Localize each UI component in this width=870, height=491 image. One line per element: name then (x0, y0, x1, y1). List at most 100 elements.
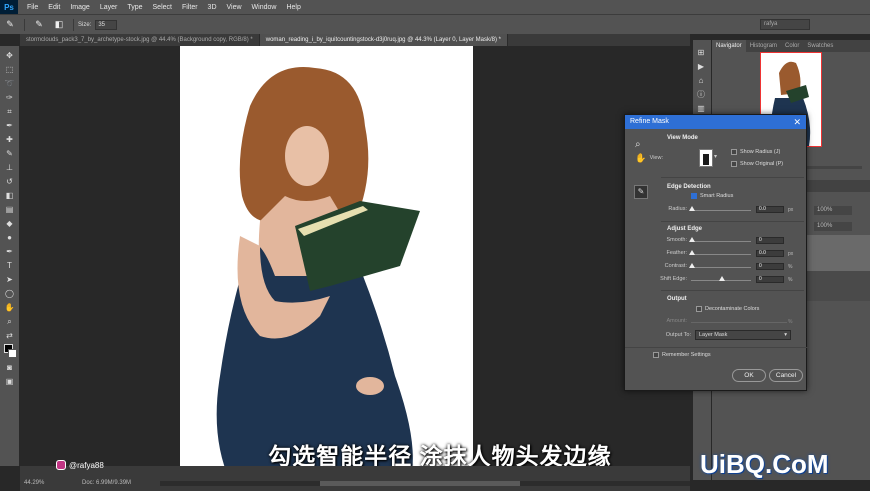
info-icon[interactable]: ⓘ (693, 88, 709, 102)
play-icon[interactable]: ▶ (693, 60, 709, 74)
show-radius-checkbox[interactable] (731, 149, 737, 155)
remember-settings-label: Remember Settings (662, 352, 711, 358)
contrast-value[interactable]: 0 (756, 263, 784, 270)
dodge-icon[interactable]: ● (2, 231, 18, 245)
feather-slider-knob[interactable] (689, 250, 695, 255)
doc-tab-woman-reading[interactable]: woman_reading_i_by_iquitcountingstock-d3… (259, 34, 508, 46)
eyedropper-icon[interactable]: ✒ (2, 119, 18, 133)
hand-icon[interactable]: ✋ (2, 301, 18, 315)
radius-slider-knob[interactable] (689, 206, 695, 211)
cancel-button[interactable]: Cancel (769, 369, 803, 382)
zoom-tool-icon[interactable]: ⌕ (635, 139, 641, 150)
adjust-edge-heading: Adjust Edge (667, 226, 703, 232)
feather-value[interactable]: 0.0 (756, 250, 784, 257)
menu-type[interactable]: Type (122, 4, 147, 11)
path-select-icon[interactable]: ➤ (2, 273, 18, 287)
tab-histogram[interactable]: Histogram (746, 40, 781, 52)
menu-layer[interactable]: Layer (95, 4, 123, 11)
contrast-slider[interactable] (691, 267, 751, 268)
zoom-icon[interactable]: ⌕ (2, 315, 18, 329)
remember-settings-checkbox[interactable] (653, 352, 659, 358)
blur-icon[interactable]: ◆ (2, 217, 18, 231)
divider (661, 221, 804, 222)
healing-icon[interactable]: ✚ (2, 133, 18, 147)
radius-label: Radius: (668, 206, 687, 212)
lasso-icon[interactable]: ➰ (2, 77, 18, 91)
ok-button[interactable]: OK (732, 369, 766, 382)
decontaminate-checkbox[interactable] (696, 306, 702, 312)
menu-filter[interactable]: Filter (177, 4, 203, 11)
show-original-checkbox[interactable] (731, 161, 737, 167)
screen-mode-icon[interactable]: ▣ (2, 375, 18, 389)
gradient-icon[interactable]: ▤ (2, 203, 18, 217)
smart-radius-checkbox[interactable] (691, 193, 697, 199)
close-icon[interactable]: ✕ (793, 115, 801, 129)
pen-icon[interactable]: ✒ (2, 245, 18, 259)
chevron-down-icon[interactable]: ▾ (714, 153, 717, 160)
output-to-label: Output To: (665, 332, 691, 338)
contrast-unit: % (788, 264, 793, 270)
brush-icon[interactable]: ✎ (32, 19, 46, 31)
quick-select-icon[interactable]: ✑ (2, 91, 18, 105)
eraser-icon[interactable]: ◧ (52, 19, 66, 31)
output-to-value: Layer Mask (699, 332, 728, 338)
opacity-field[interactable]: 100% (814, 206, 852, 215)
menu-window[interactable]: Window (247, 4, 282, 11)
output-to-select[interactable]: Layer Mask ▾ (695, 330, 791, 340)
brush-icon[interactable]: ✎ (3, 19, 17, 31)
output-heading: Output (667, 296, 687, 302)
menu-edit[interactable]: Edit (43, 4, 65, 11)
eraser-tool-icon[interactable]: ◧ (2, 189, 18, 203)
marquee-icon[interactable]: ⬚ (2, 63, 18, 77)
shift-edge-value[interactable]: 0 (756, 276, 784, 283)
contrast-slider-knob[interactable] (689, 263, 695, 268)
search-input[interactable]: rafya (760, 19, 810, 30)
menu-file[interactable]: File (22, 4, 43, 11)
history-brush-icon[interactable]: ↺ (2, 175, 18, 189)
radius-slider[interactable] (691, 210, 751, 211)
menu-image[interactable]: Image (65, 4, 94, 11)
shift-edge-slider-knob[interactable] (719, 276, 725, 281)
feather-slider[interactable] (691, 254, 751, 255)
type-icon[interactable]: T (2, 259, 18, 273)
color-swatches[interactable] (2, 343, 18, 361)
horizontal-scrollbar[interactable] (160, 481, 690, 486)
tab-color[interactable]: Color (781, 40, 803, 52)
tab-navigator[interactable]: Navigator (712, 40, 746, 52)
quick-mask-icon[interactable]: ◙ (2, 361, 18, 375)
smooth-value[interactable]: 0 (756, 237, 784, 244)
crop-icon[interactable]: ⌗ (2, 105, 18, 119)
dialog-titlebar[interactable]: Refine Mask ✕ (625, 115, 806, 129)
menu-select[interactable]: Select (148, 4, 177, 11)
size-input[interactable]: 35 (95, 19, 118, 30)
refine-radius-tool-icon[interactable]: ✎ (634, 185, 648, 199)
shift-edge-label: Shift Edge: (660, 276, 687, 282)
shape-icon[interactable]: ◯ (2, 287, 18, 301)
amount-slider[interactable] (691, 322, 787, 323)
navigator-panel-icon[interactable]: ⊞ (693, 46, 709, 60)
smooth-slider-knob[interactable] (689, 237, 695, 242)
divider (661, 177, 804, 178)
smooth-slider[interactable] (691, 241, 751, 242)
radius-unit: px (788, 207, 794, 213)
divider (625, 347, 808, 348)
size-label: Size: (78, 21, 92, 28)
doc-tab-stormclouds[interactable]: stormclouds_pack3_7_by_archetype-stock.j… (20, 34, 260, 46)
view-preview[interactable] (699, 149, 713, 167)
menu-help[interactable]: Help (281, 4, 305, 11)
brush-tool-icon[interactable]: ✎ (2, 147, 18, 161)
radius-value[interactable]: 0.0 (756, 206, 784, 213)
fill-field[interactable]: 100% (814, 222, 852, 231)
menu-3d[interactable]: 3D (203, 4, 222, 11)
document-canvas[interactable] (180, 46, 473, 481)
swap-colors-icon[interactable]: ⇄ (2, 329, 18, 343)
menu-view[interactable]: View (222, 4, 247, 11)
zoom-level: 44.29% (24, 480, 45, 486)
tab-swatches[interactable]: Swatches (803, 40, 837, 52)
stamp-icon[interactable]: ⊥ (2, 161, 18, 175)
amount-label: Amount: (666, 318, 687, 324)
move-icon[interactable]: ✥ (2, 49, 18, 63)
contrast-label: Contrast: (664, 263, 687, 269)
refine-mask-dialog: Refine Mask ✕ ⌕ ✋ ✎ View Mode View: ▾ Sh… (624, 114, 808, 391)
history-icon[interactable]: ⌂ (693, 74, 709, 88)
